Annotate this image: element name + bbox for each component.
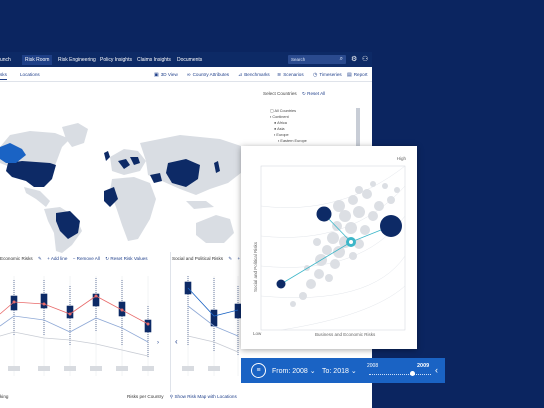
social-risks-title: Social and Political Risks: [172, 256, 224, 261]
timeline-start-year: 2008: [367, 363, 379, 369]
scrollbar-thumb[interactable]: [356, 108, 360, 148]
map-central-america: [24, 187, 50, 207]
clock-icon: ◷: [313, 72, 318, 78]
tool-country-attributes[interactable]: ∞ Country Attributes: [187, 72, 229, 78]
tool-benchmarks[interactable]: ⊿ Benchmarks: [238, 72, 270, 78]
timeline-current-year: 2009: [417, 363, 430, 369]
edit-icon[interactable]: ✎: [228, 256, 232, 261]
sub-navigation: sks Locations ▣ 3D View ∞ Country Attribut…: [0, 67, 372, 82]
chevron-left-icon[interactable]: ‹: [435, 365, 438, 375]
svg-text:›: ›: [157, 340, 159, 346]
from-year-select[interactable]: From: 2008 ⌄: [272, 367, 316, 375]
edit-icon[interactable]: ✎: [38, 256, 42, 261]
remove-all-button[interactable]: − Remove All: [73, 256, 100, 261]
low-label: Low: [253, 331, 262, 336]
nav-risk-engineering[interactable]: Risk Engineering: [58, 57, 96, 63]
tool-scenarios[interactable]: ≋ Scenarios: [277, 72, 304, 78]
tab-risks[interactable]: sks: [0, 72, 7, 80]
user-icon[interactable]: ⚇: [362, 55, 368, 63]
world-map[interactable]: [0, 83, 258, 253]
chevron-down-icon: ⌄: [350, 368, 357, 375]
link-icon: ∞: [187, 72, 191, 78]
country-tree: ▢ All Countries ▪ Continent ● Africa ● A…: [270, 108, 307, 144]
tool-3d-view[interactable]: ▣ 3D View: [154, 72, 178, 78]
social-risks-chart[interactable]: ‹: [172, 266, 242, 386]
reset-risk-values-button[interactable]: ↻ Reset Risk Values: [105, 256, 147, 261]
add-line-button[interactable]: +: [238, 256, 241, 261]
nav-documents[interactable]: Documents: [177, 57, 202, 63]
economic-risks-chart[interactable]: ›: [0, 266, 168, 386]
gear-icon[interactable]: ⚙: [351, 55, 357, 63]
search-input[interactable]: Search ⌕: [288, 55, 346, 64]
y-axis-label: Social and Political Risks: [253, 241, 258, 292]
timeline-track[interactable]: [369, 374, 431, 375]
layers-icon: ≋: [277, 72, 282, 78]
add-line-button[interactable]: + Add line: [47, 256, 67, 261]
map-uk-highlight: [104, 151, 110, 161]
cube-icon: ▣: [154, 72, 159, 78]
reset-all-button[interactable]: ↻ Reset All: [302, 91, 325, 97]
show-risk-map-link[interactable]: ⚲ Show Risk Map with Locations: [170, 394, 237, 399]
tool-timeseries[interactable]: ◷ Timeseries: [313, 72, 342, 78]
map-indonesia: [186, 201, 214, 209]
timeline-bar: ≡ From: 2008 ⌄ To: 2018 ⌄ 2008 2009 ‹: [241, 358, 445, 383]
scatter-risk-card[interactable]: High Low Business and Economic Risks Soc…: [241, 146, 417, 349]
x-axis-label: Business and Economic Risks: [315, 332, 376, 337]
risks-per-country: Risks per Country ⚲ Show Risk Map with L…: [127, 394, 237, 400]
map-usa-highlight: [6, 161, 56, 187]
risks-per-country-title: Risks per Country: [127, 394, 164, 399]
tab-locations[interactable]: Locations: [20, 72, 40, 77]
map-greenland: [62, 123, 88, 147]
search-icon[interactable]: ⌕: [340, 56, 343, 63]
report-icon: ▤: [347, 72, 352, 78]
economic-risks-title: Economic Risks: [0, 256, 33, 261]
nav-claims-insights[interactable]: Claims Insights: [137, 57, 171, 63]
tree-item[interactable]: ▪ Eastern Europe: [270, 138, 307, 144]
search-placeholder: Search: [291, 57, 306, 62]
to-year-select[interactable]: To: 2018 ⌄: [322, 367, 357, 375]
nav-policy-insights[interactable]: Policy Insights: [100, 57, 132, 63]
panel-divider: [170, 252, 171, 392]
ranking-title: king: [0, 394, 9, 399]
timeline-menu-icon[interactable]: ≡: [251, 363, 266, 378]
economic-risks-header: Economic Risks ✎ + Add line − Remove All…: [0, 256, 148, 262]
timeline-slider-handle[interactable]: [410, 371, 415, 376]
tool-report[interactable]: ▤ Report: [347, 72, 368, 78]
svg-text:‹: ‹: [175, 337, 178, 346]
chevron-down-icon: ⌄: [309, 368, 316, 375]
select-countries-title: Select Countries: [263, 91, 297, 96]
map-australia: [196, 215, 234, 243]
top-navigation: unch Risk Room Risk Engineering Policy I…: [0, 52, 372, 67]
nav-risk-room[interactable]: Risk Room: [22, 55, 53, 65]
social-risks-header: Social and Political Risks ✎ +: [172, 256, 240, 262]
chart-icon: ⊿: [238, 72, 243, 78]
map-africa: [110, 177, 156, 241]
app-brand: unch: [0, 57, 11, 63]
